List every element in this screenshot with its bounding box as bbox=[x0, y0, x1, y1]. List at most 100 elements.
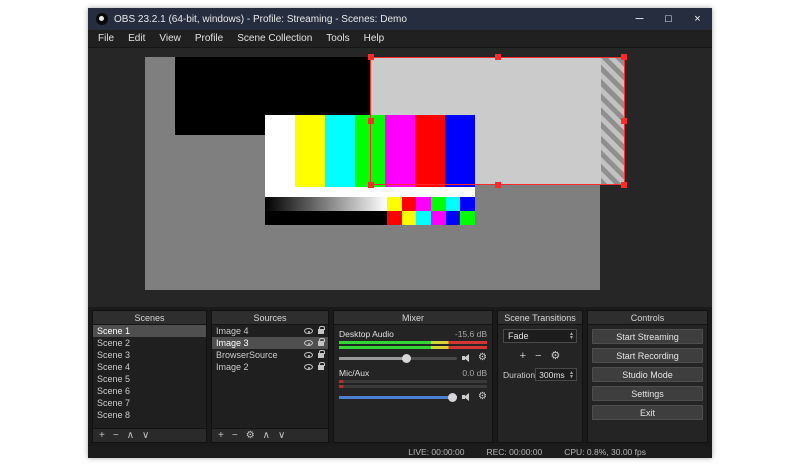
start-streaming-button[interactable]: Start Streaming bbox=[592, 329, 703, 344]
speaker-icon[interactable] bbox=[462, 354, 473, 363]
mixer-panel: Mixer Desktop Audio -15.6 dB ⚙ bbox=[333, 310, 493, 443]
volume-slider[interactable] bbox=[339, 396, 457, 399]
menu-scene-collection[interactable]: Scene Collection bbox=[230, 30, 319, 47]
selection-handle[interactable] bbox=[495, 182, 501, 188]
selection-handle[interactable] bbox=[621, 182, 627, 188]
duration-spinner-icon[interactable]: ▲▼ bbox=[569, 371, 574, 379]
source-name: Image 3 bbox=[216, 338, 304, 348]
add-source-button[interactable]: + bbox=[218, 431, 224, 441]
scene-item[interactable]: Scene 1 bbox=[93, 325, 206, 337]
duration-spinner[interactable]: 300ms ▲▼ bbox=[535, 368, 577, 381]
mixer-panel-title[interactable]: Mixer bbox=[334, 311, 492, 325]
remove-source-button[interactable]: − bbox=[232, 431, 238, 441]
duration-value: 300ms bbox=[539, 370, 565, 380]
lock-icon[interactable] bbox=[318, 353, 324, 358]
source-item[interactable]: BrowserSource bbox=[212, 349, 328, 361]
mixer-channel-label: Mic/Aux 0.0 dB bbox=[339, 368, 487, 378]
obs-logo-icon bbox=[96, 13, 108, 25]
maximize-button[interactable]: □ bbox=[654, 8, 683, 30]
lock-icon[interactable] bbox=[318, 365, 324, 370]
add-transition-button[interactable]: + bbox=[520, 350, 526, 362]
sources-panel-title[interactable]: Sources bbox=[212, 311, 328, 325]
transition-properties-gear-icon[interactable]: ⚙ bbox=[551, 349, 561, 362]
obs-window: OBS 23.2.1 (64-bit, windows) - Profile: … bbox=[88, 8, 712, 458]
combo-spinner-icon[interactable]: ▲▼ bbox=[569, 332, 574, 340]
menu-edit[interactable]: Edit bbox=[121, 30, 152, 47]
volume-row: ⚙ bbox=[339, 391, 487, 403]
audio-level-meter bbox=[339, 380, 487, 383]
source-properties-gear-icon[interactable]: ⚙ bbox=[246, 431, 255, 441]
remove-transition-button[interactable]: − bbox=[535, 350, 541, 362]
scene-item[interactable]: Scene 3 bbox=[93, 349, 206, 361]
source-item[interactable]: Image 4 bbox=[212, 325, 328, 337]
add-scene-button[interactable]: + bbox=[99, 431, 105, 441]
exit-button[interactable]: Exit bbox=[592, 405, 703, 420]
channel-level: -15.6 dB bbox=[455, 329, 487, 339]
transitions-body: Fade ▲▼ + − ⚙ Duration 300ms ▲▼ bbox=[498, 325, 582, 442]
dock-area: Scenes Scene 1 Scene 2 Scene 3 Scene 4 S… bbox=[88, 307, 712, 446]
menu-help[interactable]: Help bbox=[357, 30, 392, 47]
transitions-toolbar: + − ⚙ bbox=[503, 349, 577, 362]
volume-slider[interactable] bbox=[339, 357, 457, 360]
duration-label: Duration bbox=[503, 370, 535, 380]
settings-button[interactable]: Settings bbox=[592, 386, 703, 401]
scene-item[interactable]: Scene 4 bbox=[93, 361, 206, 373]
selection-handle[interactable] bbox=[368, 182, 374, 188]
visibility-eye-icon[interactable] bbox=[304, 340, 313, 346]
audio-level-meter bbox=[339, 341, 487, 344]
scenes-list: Scene 1 Scene 2 Scene 3 Scene 4 Scene 5 … bbox=[93, 325, 206, 428]
source-up-button[interactable]: ∧ bbox=[263, 431, 270, 441]
window-controls: ─ □ × bbox=[625, 8, 712, 30]
lock-icon[interactable] bbox=[318, 341, 324, 346]
selection-handle[interactable] bbox=[368, 54, 374, 60]
source-name: BrowserSource bbox=[216, 350, 304, 360]
selection-handle[interactable] bbox=[621, 118, 627, 124]
sources-list: Image 4 Image 3 BrowserSource Image 2 bbox=[212, 325, 328, 428]
scene-item[interactable]: Scene 6 bbox=[93, 385, 206, 397]
scene-up-button[interactable]: ∧ bbox=[127, 431, 134, 441]
scene-down-button[interactable]: ∨ bbox=[142, 431, 149, 441]
controls-panel: Controls Start Streaming Start Recording… bbox=[587, 310, 708, 443]
scene-item[interactable]: Scene 5 bbox=[93, 373, 206, 385]
visibility-eye-icon[interactable] bbox=[304, 352, 313, 358]
menu-file[interactable]: File bbox=[91, 30, 121, 47]
menu-profile[interactable]: Profile bbox=[188, 30, 230, 47]
remove-scene-button[interactable]: − bbox=[113, 431, 119, 441]
titlebar[interactable]: OBS 23.2.1 (64-bit, windows) - Profile: … bbox=[88, 8, 712, 30]
start-recording-button[interactable]: Start Recording bbox=[592, 348, 703, 363]
visibility-eye-icon[interactable] bbox=[304, 328, 313, 334]
menu-tools[interactable]: Tools bbox=[319, 30, 356, 47]
channel-level: 0.0 dB bbox=[462, 368, 487, 378]
visibility-eye-icon[interactable] bbox=[304, 364, 313, 370]
selection-handle[interactable] bbox=[621, 54, 627, 60]
test-pattern-white-strip bbox=[265, 187, 475, 197]
channel-settings-gear-icon[interactable]: ⚙ bbox=[478, 353, 487, 363]
studio-mode-button[interactable]: Studio Mode bbox=[592, 367, 703, 382]
source-down-button[interactable]: ∨ bbox=[278, 431, 285, 441]
selection-handle[interactable] bbox=[368, 118, 374, 124]
channel-settings-gear-icon[interactable]: ⚙ bbox=[478, 392, 487, 402]
scene-item[interactable]: Scene 8 bbox=[93, 409, 206, 421]
controls-body: Start Streaming Start Recording Studio M… bbox=[588, 325, 707, 442]
source-item[interactable]: Image 2 bbox=[212, 361, 328, 373]
transition-value: Fade bbox=[508, 331, 529, 341]
preview-area[interactable] bbox=[88, 48, 712, 307]
source-item[interactable]: Image 3 bbox=[212, 337, 328, 349]
selection-border[interactable] bbox=[370, 57, 625, 185]
controls-panel-title[interactable]: Controls bbox=[588, 311, 707, 325]
menu-view[interactable]: View bbox=[152, 30, 188, 47]
transitions-panel-title[interactable]: Scene Transitions bbox=[498, 311, 582, 325]
selection-handle[interactable] bbox=[495, 54, 501, 60]
scenes-panel-title[interactable]: Scenes bbox=[93, 311, 206, 325]
transition-select[interactable]: Fade ▲▼ bbox=[503, 329, 577, 343]
minimize-button[interactable]: ─ bbox=[625, 8, 654, 30]
transitions-panel: Scene Transitions Fade ▲▼ + − ⚙ Duration bbox=[497, 310, 583, 443]
sources-panel: Sources Image 4 Image 3 BrowserSource bbox=[211, 310, 329, 443]
channel-name: Desktop Audio bbox=[339, 329, 394, 339]
speaker-icon[interactable] bbox=[462, 393, 473, 402]
lock-icon[interactable] bbox=[318, 329, 324, 334]
close-button[interactable]: × bbox=[683, 8, 712, 30]
scene-item[interactable]: Scene 2 bbox=[93, 337, 206, 349]
scene-item[interactable]: Scene 7 bbox=[93, 397, 206, 409]
audio-level-meter bbox=[339, 385, 487, 388]
